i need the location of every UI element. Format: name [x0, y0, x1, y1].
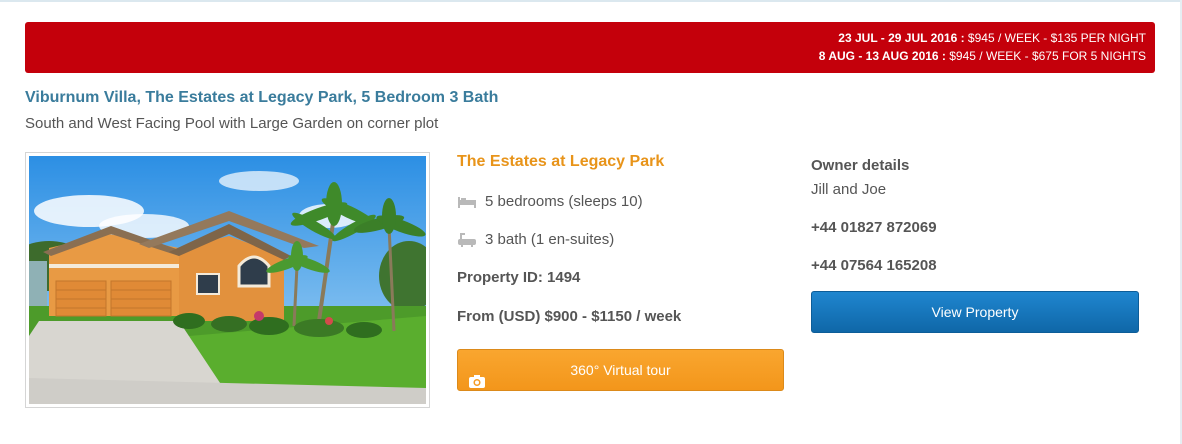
owner-names: Jill and Joe	[811, 181, 887, 198]
bedrooms-row: 5 bedrooms (sleeps 10)	[457, 193, 643, 210]
resort-name[interactable]: The Estates at Legacy Park	[457, 153, 664, 171]
villa-photo-illustration	[29, 156, 426, 404]
listing-title[interactable]: Viburnum Villa, The Estates at Legacy Pa…	[25, 89, 498, 107]
view-property-button[interactable]: View Property	[811, 291, 1139, 333]
offer-line: 23 JUL - 29 JUL 2016 : $945 / WEEK - $13…	[25, 29, 1146, 47]
property-id: Property ID: 1494	[457, 269, 581, 286]
special-offers-banner: 23 JUL - 29 JUL 2016 : $945 / WEEK - $13…	[25, 22, 1155, 73]
virtual-tour-label: 360° Virtual tour	[570, 362, 671, 378]
baths-text: 3 bath (1 en-suites)	[485, 231, 615, 248]
baths-row: 3 bath (1 en-suites)	[457, 231, 614, 248]
owner-heading: Owner details	[811, 157, 910, 174]
offer-price: $945 / WEEK - $675 FOR 5 NIGHTS	[945, 49, 1146, 63]
owner-phone-1[interactable]: +44 01827 872069	[811, 219, 937, 236]
offer-line: 8 AUG - 13 AUG 2016 : $945 / WEEK - $675…	[25, 47, 1146, 65]
virtual-tour-button[interactable]: 360° Virtual tour	[457, 349, 784, 391]
top-border	[0, 0, 1182, 2]
bedrooms-text: 5 bedrooms (sleeps 10)	[485, 193, 643, 210]
bath-icon	[457, 232, 477, 248]
offer-dates: 23 JUL - 29 JUL 2016 :	[838, 31, 965, 45]
offer-dates: 8 AUG - 13 AUG 2016 :	[818, 49, 946, 63]
offer-price: $945 / WEEK - $135 PER NIGHT	[964, 31, 1146, 45]
bed-icon	[457, 194, 477, 210]
listing-subtitle: South and West Facing Pool with Large Ga…	[25, 115, 439, 132]
view-property-label: View Property	[931, 304, 1019, 320]
property-photo[interactable]	[25, 152, 430, 408]
camera-icon	[469, 363, 485, 388]
owner-phone-2[interactable]: +44 07564 165208	[811, 257, 937, 274]
price-range: From (USD) $900 - $1150 / week	[457, 308, 682, 325]
